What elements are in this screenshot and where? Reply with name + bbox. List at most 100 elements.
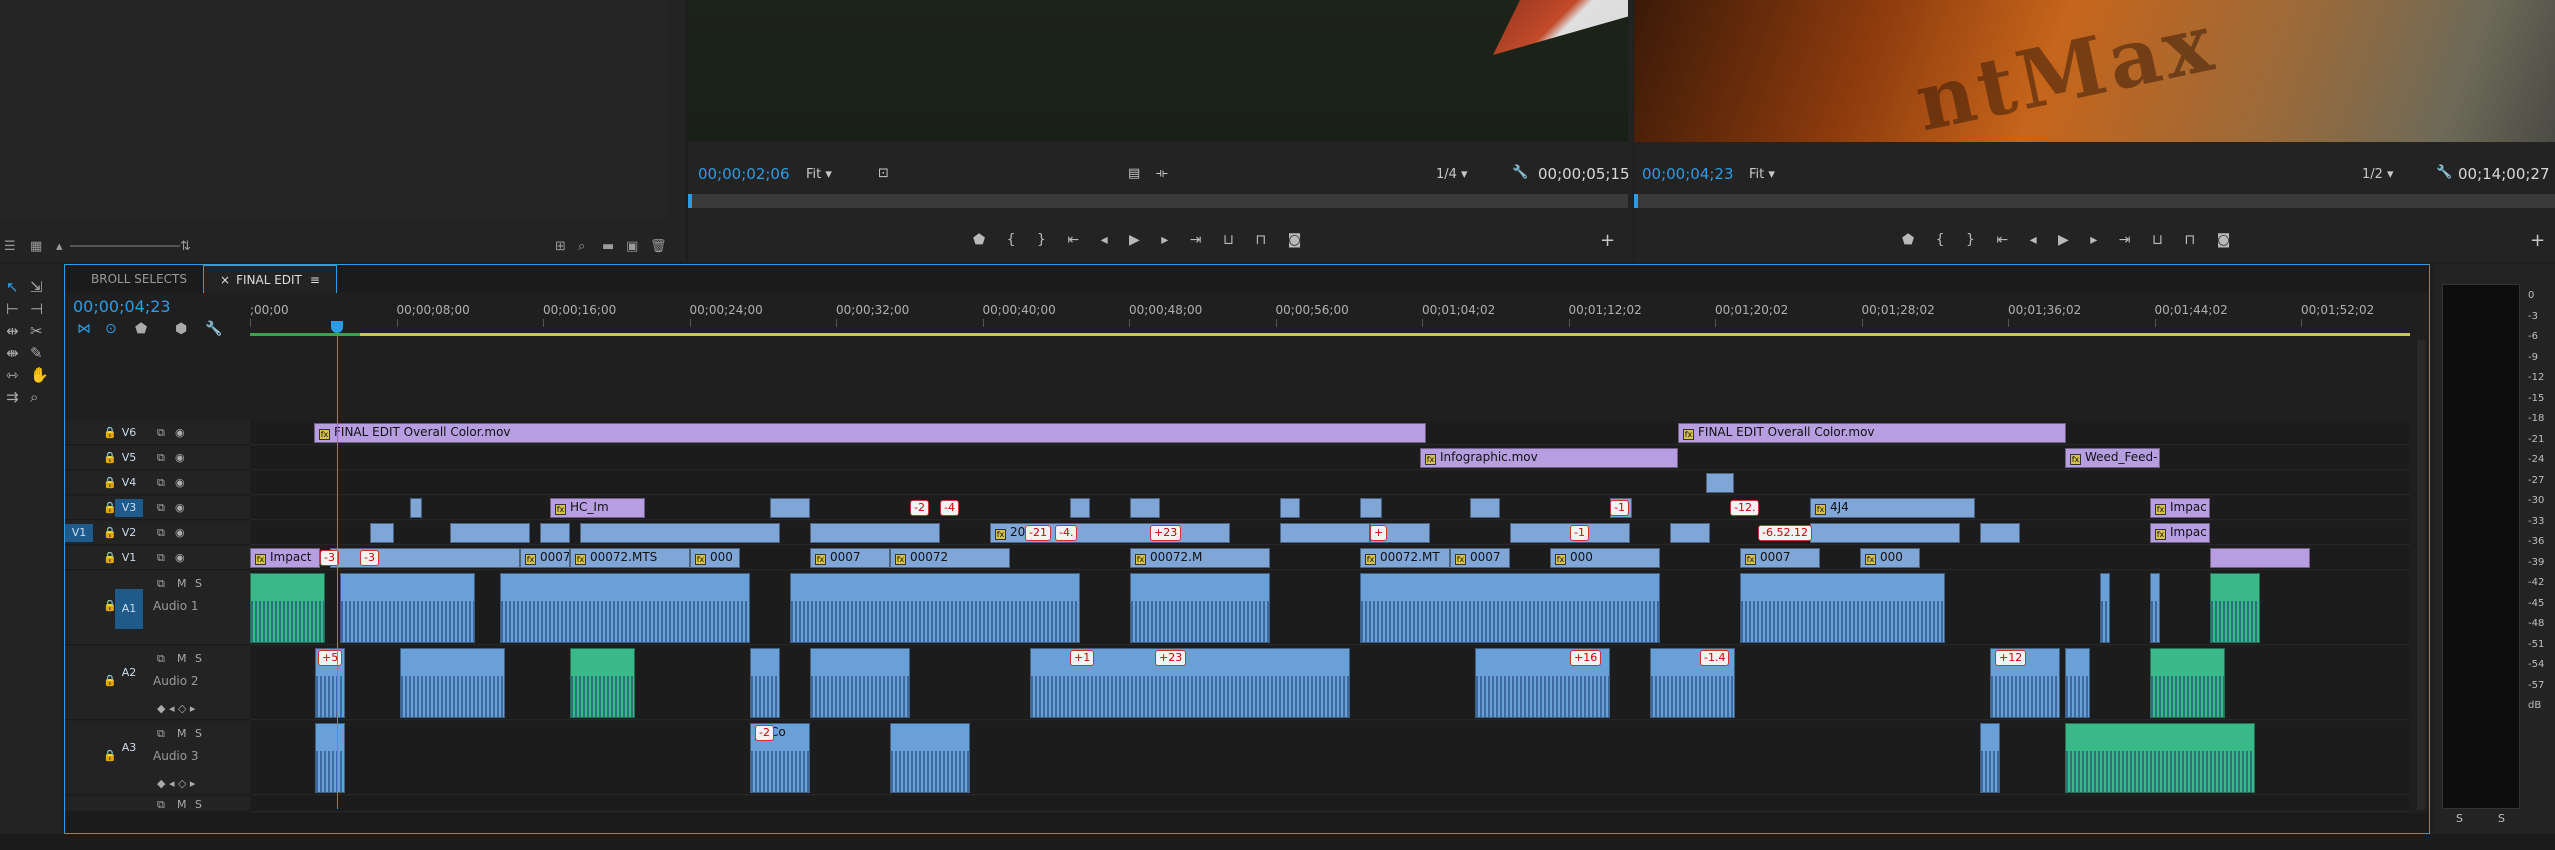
trash-icon[interactable]: 🗑: [650, 239, 667, 254]
timeline-clip[interactable]: [1740, 573, 1945, 643]
track-target-v5[interactable]: V5: [115, 449, 143, 467]
track-target-a1[interactable]: A1: [115, 589, 143, 629]
clip-0007[interactable]: fx 0007: [810, 548, 890, 568]
clip-final-edit-overall-color[interactable]: fx FINAL EDIT Overall Color.mov: [314, 423, 1426, 443]
track-lane-v4[interactable]: [250, 471, 2410, 495]
mark-in-icon[interactable]: {: [1936, 232, 1945, 248]
automate-icon[interactable]: ⊞: [555, 239, 566, 254]
timeline-clip[interactable]: [1130, 498, 1160, 518]
timeline-clip[interactable]: [1280, 523, 1370, 543]
source-patch-v1[interactable]: V1: [65, 524, 93, 542]
export-frame-icon[interactable]: ◙: [2217, 232, 2231, 248]
sync-lock-icon[interactable]: ⧉: [157, 652, 165, 666]
new-item-icon[interactable]: ▣: [626, 239, 638, 254]
mute-button[interactable]: M: [177, 727, 187, 740]
timeline-clip[interactable]: [770, 498, 810, 518]
icon-view-icon[interactable]: ▦: [30, 239, 42, 254]
pen-tool-icon[interactable]: ✎: [30, 344, 43, 362]
track-target-a2[interactable]: A2: [115, 664, 143, 682]
insert-icon[interactable]: ⊔: [1223, 232, 1234, 248]
timeline-clip[interactable]: [2100, 573, 2110, 643]
source-timecode[interactable]: 00;00;02;06: [698, 165, 790, 183]
snap-icon[interactable]: ⋈: [77, 321, 91, 337]
timeline-clip[interactable]: [1670, 523, 1710, 543]
timeline-clip[interactable]: [2150, 573, 2160, 643]
lift-icon[interactable]: ⊔: [2152, 232, 2163, 248]
clip-4j4[interactable]: fx 4J4: [1810, 498, 1975, 518]
timeline-timecode[interactable]: 00;00;04;23: [73, 297, 171, 316]
timeline-clip[interactable]: [570, 648, 635, 718]
track-lane-a4[interactable]: [250, 796, 2410, 812]
razor-tool-icon[interactable]: ✂: [30, 322, 43, 340]
timeline-clip[interactable]: [500, 573, 750, 643]
new-bin-icon[interactable]: ▬: [602, 239, 614, 254]
clip-impact[interactable]: fx Impact: [250, 548, 320, 568]
timeline-clip[interactable]: [790, 573, 1080, 643]
add-marker-icon[interactable]: ⬟: [973, 232, 985, 248]
sync-lock-icon[interactable]: ⧉: [157, 551, 165, 565]
tab-menu-icon[interactable]: ≡: [310, 273, 320, 287]
track-target-v2[interactable]: V2: [115, 524, 143, 542]
sync-lock-icon[interactable]: ⧉: [157, 526, 165, 540]
sync-lock-icon[interactable]: ⧉: [157, 727, 165, 741]
timeline-clip[interactable]: [750, 648, 780, 718]
mute-button[interactable]: M: [177, 652, 187, 665]
clip-0007[interactable]: fx 0007: [1740, 548, 1820, 568]
play-icon[interactable]: ▶: [2058, 232, 2069, 248]
add-marker-icon[interactable]: ⬟: [135, 321, 147, 337]
solo-button[interactable]: S: [195, 727, 202, 740]
ripple-edit-tool-icon[interactable]: ⊢: [6, 300, 19, 318]
go-to-in-icon[interactable]: ⇤: [1996, 232, 2008, 248]
program-playhead[interactable]: [1634, 194, 1638, 208]
go-to-in-icon[interactable]: ⇤: [1067, 232, 1079, 248]
export-frame-icon[interactable]: ◙: [1288, 232, 1302, 248]
clip-00072-mts[interactable]: fx 00072.MTS: [570, 548, 690, 568]
timeline-clip[interactable]: [580, 523, 780, 543]
program-add-button-icon[interactable]: +: [2530, 230, 2545, 251]
step-forward-icon[interactable]: ▸: [1161, 232, 1168, 248]
track-target-a3[interactable]: A3: [115, 739, 143, 757]
go-to-out-icon[interactable]: ⇥: [2119, 232, 2131, 248]
timeline-horizontal-scrollbar[interactable]: [65, 813, 2429, 833]
clip-hc-im[interactable]: fx HC_Im: [550, 498, 645, 518]
clip-00072[interactable]: fx 00072: [520, 548, 570, 568]
clip-impac[interactable]: fx Impac: [2150, 498, 2210, 518]
timeline-clip[interactable]: [1980, 723, 2000, 793]
keyframe-controls[interactable]: ◆ ◂ ◇ ▸: [157, 777, 195, 790]
source-drag-audio-icon[interactable]: ⟛: [1156, 166, 1168, 181]
zoom-slider[interactable]: [70, 245, 180, 247]
timeline-clip[interactable]: [410, 498, 422, 518]
timeline-clip[interactable]: [2065, 648, 2090, 718]
clip-0007[interactable]: fx 0007: [1450, 548, 1510, 568]
timeline-clip[interactable]: [450, 523, 530, 543]
freeform-view-icon[interactable]: ▴: [56, 239, 63, 254]
eye-icon[interactable]: ◉: [175, 426, 185, 439]
linked-selection-icon[interactable]: ⊙: [105, 321, 117, 337]
timeline-clip[interactable]: [2150, 648, 2225, 718]
step-back-icon[interactable]: ◂: [1101, 232, 1108, 248]
timeline-playhead-handle[interactable]: [331, 321, 343, 333]
rate-stretch-tool-icon[interactable]: ⇹: [6, 322, 19, 340]
track-forward-tool-icon[interactable]: ⇉: [6, 388, 19, 406]
mark-out-icon[interactable]: }: [1037, 232, 1046, 248]
timeline-clip[interactable]: [1810, 523, 1960, 543]
solo-button[interactable]: S: [195, 798, 202, 811]
solo-button[interactable]: S: [195, 652, 202, 665]
timeline-clip[interactable]: [890, 723, 970, 793]
sync-lock-icon[interactable]: ⧉: [157, 501, 165, 515]
keyframe-controls[interactable]: ◆ ◂ ◇ ▸: [157, 702, 195, 715]
clip-impac[interactable]: fx Impac: [2150, 523, 2210, 543]
clip-00072[interactable]: fx 00072: [890, 548, 1010, 568]
eye-icon[interactable]: ◉: [175, 451, 185, 464]
source-fit-dropdown[interactable]: Fit ▾: [806, 167, 832, 182]
clip-00072-mt[interactable]: fx 00072.MT: [1360, 548, 1450, 568]
mute-button[interactable]: M: [177, 798, 187, 811]
clip-00072-m[interactable]: fx 00072.M: [1130, 548, 1270, 568]
overwrite-icon[interactable]: ⊓: [1255, 232, 1266, 248]
source-settings-icon[interactable]: ⊡: [878, 166, 889, 181]
track-select-tool-icon[interactable]: ⇲: [30, 278, 43, 296]
step-back-icon[interactable]: ◂: [2030, 232, 2037, 248]
slide-tool-icon[interactable]: ⇿: [6, 366, 19, 384]
clip-000[interactable]: fx 000: [1550, 548, 1660, 568]
track-target-v3[interactable]: V3: [115, 499, 143, 517]
